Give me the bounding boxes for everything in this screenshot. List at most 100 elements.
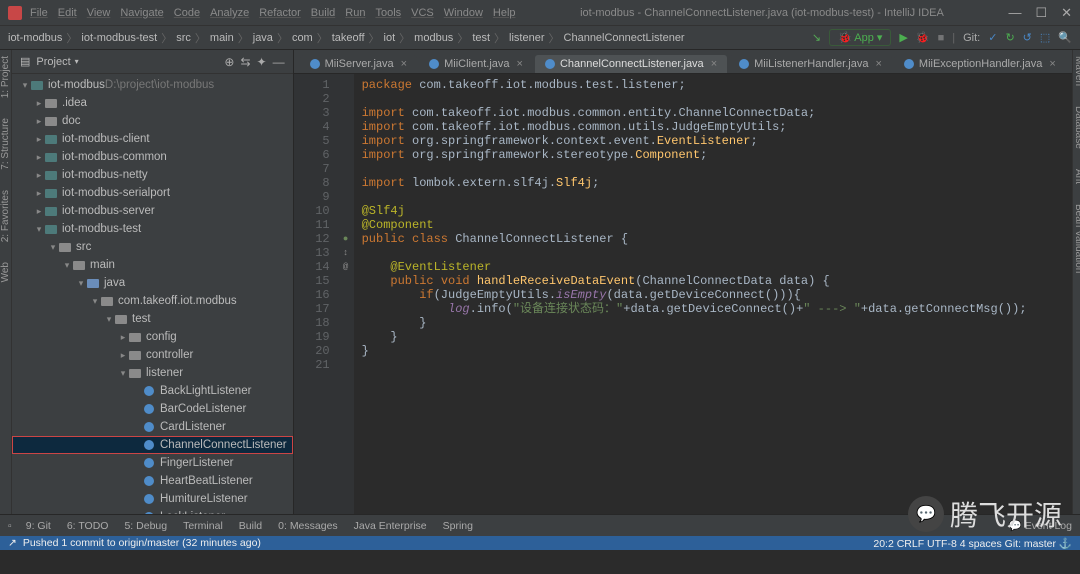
tree-node[interactable]: BackLightListener [12, 382, 293, 400]
tree-node[interactable]: ▾src [12, 238, 293, 256]
toolwindow-button[interactable]: Web [0, 262, 11, 282]
breadcrumb-item[interactable]: ChannelConnectListener [564, 32, 685, 44]
toolwindow-button[interactable]: Maven [1073, 56, 1080, 86]
tree-node[interactable]: ▾test [12, 310, 293, 328]
chevron-down-icon[interactable]: ▾ [104, 314, 114, 325]
breadcrumb-item[interactable]: main [210, 32, 234, 44]
chevron-right-icon[interactable]: ▸ [34, 116, 44, 127]
tree-node[interactable]: ▸doc [12, 112, 293, 130]
tree-node[interactable]: BarCodeListener [12, 400, 293, 418]
menu-file[interactable]: File [30, 7, 48, 19]
toolwindow-button[interactable]: 1: Project [0, 56, 11, 98]
tree-node[interactable]: CardListener [12, 418, 293, 436]
breadcrumb-item[interactable]: takeoff [332, 32, 365, 44]
toolwindow-button[interactable]: Database [1073, 106, 1080, 149]
chevron-down-icon[interactable]: ▾ [90, 296, 100, 307]
git-push-icon[interactable]: ↺ [1023, 31, 1032, 44]
run-config-dropdown[interactable]: 🐞 App ▾ [829, 29, 891, 46]
breadcrumb-item[interactable]: com [292, 32, 313, 44]
close-icon[interactable]: × [711, 58, 717, 70]
tree-node[interactable]: ▸iot-modbus-serialport [12, 184, 293, 202]
menu-build[interactable]: Build [311, 7, 335, 19]
tree-node[interactable]: ▸iot-modbus-client [12, 130, 293, 148]
run-icon[interactable]: ▶ [899, 31, 907, 44]
hide-icon[interactable]: — [273, 55, 285, 69]
tree-node[interactable]: ChannelConnectListener [12, 436, 293, 454]
chevron-down-icon[interactable]: ▾ [48, 242, 58, 253]
toolwindow-button[interactable]: Java Enterprise [354, 520, 427, 532]
menu-vcs[interactable]: VCS [411, 7, 434, 19]
minimize-button[interactable]: — [1008, 5, 1021, 21]
close-icon[interactable]: × [875, 58, 881, 70]
chevron-right-icon[interactable]: ▸ [34, 188, 44, 199]
close-icon[interactable]: × [517, 58, 523, 70]
menu-code[interactable]: Code [174, 7, 200, 19]
tree-node[interactable]: ▾java [12, 274, 293, 292]
breadcrumb-item[interactable]: java [253, 32, 273, 44]
breadcrumb-item[interactable]: iot-modbus [8, 32, 62, 44]
maximize-button[interactable]: ☐ [1035, 5, 1047, 21]
tree-node[interactable]: ▸iot-modbus-netty [12, 166, 293, 184]
collapse-all-icon[interactable]: ⇆ [240, 55, 250, 69]
menu-refactor[interactable]: Refactor [259, 7, 301, 19]
chevron-down-icon[interactable]: ▾ [20, 80, 30, 91]
stop-icon[interactable]: ■ [938, 32, 945, 44]
tree-node[interactable]: HumitureListener [12, 490, 293, 508]
tree-node[interactable]: ▾iot-modbus-test [12, 220, 293, 238]
menu-help[interactable]: Help [493, 7, 516, 19]
search-icon[interactable]: 🔍 [1058, 31, 1072, 44]
breadcrumb-item[interactable]: listener [509, 32, 544, 44]
tree-node[interactable]: ▸.idea [12, 94, 293, 112]
chevron-right-icon[interactable]: ▸ [34, 170, 44, 181]
breadcrumb-item[interactable]: modbus [414, 32, 453, 44]
toolwindow-button[interactable]: Spring [443, 520, 473, 532]
chevron-down-icon[interactable]: ▾ [118, 368, 128, 379]
tree-node[interactable]: ▾listener [12, 364, 293, 382]
chevron-down-icon[interactable]: ▾ [76, 278, 86, 289]
tree-node[interactable]: ▸iot-modbus-server [12, 202, 293, 220]
tree-node[interactable]: ▾com.takeoff.iot.modbus [12, 292, 293, 310]
close-icon[interactable]: × [1049, 58, 1055, 70]
fold-icon[interactable]: ↕ [338, 246, 354, 260]
menu-view[interactable]: View [87, 7, 111, 19]
close-button[interactable]: ✕ [1061, 5, 1072, 21]
chevron-right-icon[interactable]: ▸ [34, 134, 44, 145]
editor-tab[interactable]: MiiClient.java× [419, 55, 533, 73]
menu-run[interactable]: Run [345, 7, 365, 19]
tree-node[interactable]: ▸iot-modbus-common [12, 148, 293, 166]
breadcrumb-item[interactable]: test [472, 32, 490, 44]
chevron-down-icon[interactable]: ▾ [62, 260, 72, 271]
git-commit-icon[interactable]: ↻ [1005, 31, 1014, 44]
editor-tab[interactable]: ChannelConnectListener.java× [535, 55, 727, 73]
chevron-right-icon[interactable]: ▸ [34, 98, 44, 109]
chevron-right-icon[interactable]: ▸ [34, 152, 44, 163]
chevron-right-icon[interactable]: ▸ [118, 332, 128, 343]
editor-tab[interactable]: MiiListenerHandler.java× [729, 55, 892, 73]
chevron-down-icon[interactable]: ▾ [34, 224, 44, 235]
menu-tools[interactable]: Tools [375, 7, 401, 19]
project-view-dropdown[interactable]: Project ▾ [36, 56, 78, 68]
menu-navigate[interactable]: Navigate [120, 7, 163, 19]
chevron-right-icon[interactable]: ▸ [34, 206, 44, 217]
toolwindow-button[interactable]: 2: Favorites [0, 190, 11, 242]
toolwindow-button[interactable]: Ant [1073, 169, 1080, 184]
tree-node[interactable]: ▾iot-modbus D:\project\iot-modbus [12, 76, 293, 94]
scroll-to-source-icon[interactable]: ⊕ [224, 55, 234, 69]
editor-tab[interactable]: MiiExceptionHandler.java× [894, 55, 1066, 73]
menu-window[interactable]: Window [444, 7, 483, 19]
add-config-icon[interactable]: ↘ [812, 31, 821, 44]
toolwindow-button[interactable]: 7: Structure [0, 118, 11, 170]
toolwindow-button[interactable]: Terminal [183, 520, 223, 532]
tree-node[interactable]: LockListener [12, 508, 293, 514]
tree-node[interactable]: FingerListener [12, 454, 293, 472]
toolwindow-button[interactable]: 6: TODO [67, 520, 109, 532]
close-icon[interactable]: × [401, 58, 407, 70]
breadcrumb-item[interactable]: src [176, 32, 191, 44]
git-update-icon[interactable]: ✓ [988, 31, 997, 44]
tool-window-icon[interactable]: ▫ [8, 520, 12, 532]
toolwindow-button[interactable]: 9: Git [26, 520, 51, 532]
toolwindow-button[interactable]: 5: Debug [124, 520, 167, 532]
chevron-right-icon[interactable]: ▸ [118, 350, 128, 361]
toolwindow-button[interactable]: Bean Validation [1073, 204, 1080, 273]
project-tree[interactable]: ▾iot-modbus D:\project\iot-modbus▸.idea▸… [12, 74, 293, 514]
